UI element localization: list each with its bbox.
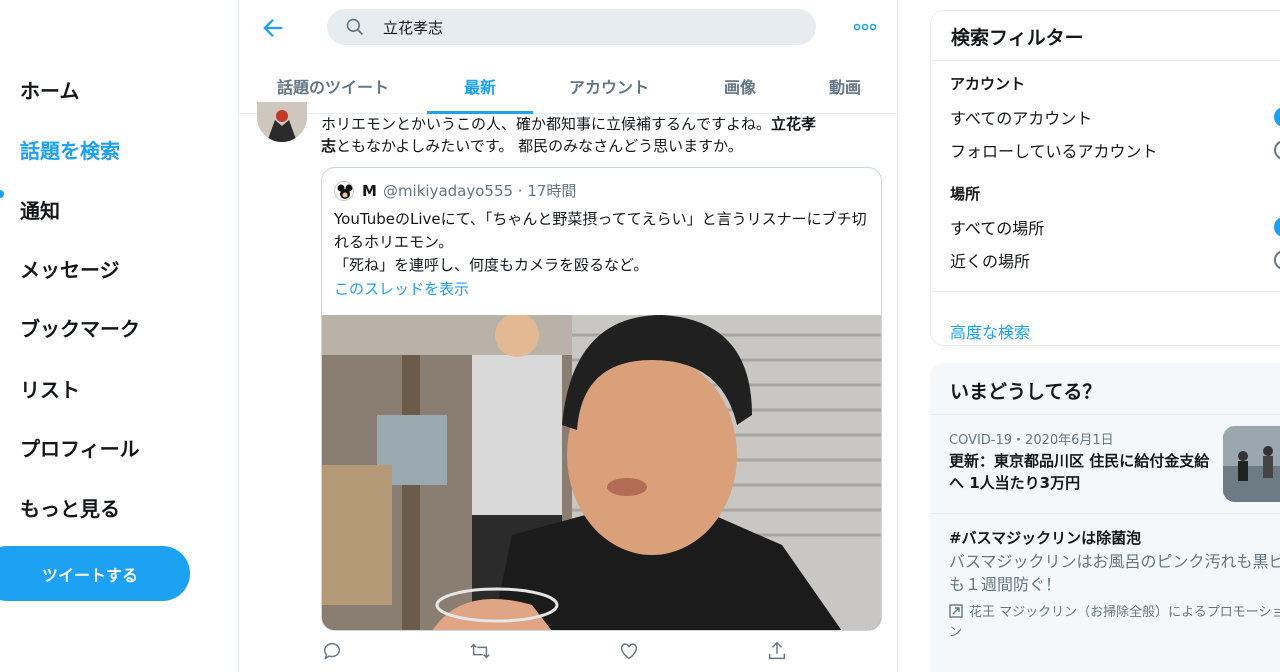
divider: [930, 414, 1280, 415]
notification-dot: [0, 190, 4, 198]
tweet-actions: [321, 640, 801, 664]
filter-following-accounts[interactable]: フォローしているアカウント: [950, 138, 1158, 162]
tweet-keyword-highlight: 立花孝: [771, 115, 817, 133]
avatar[interactable]: [257, 102, 307, 142]
quote-body: YouTubeのLiveにて、「ちゃんと野菜摂っててえらい」と言うリスナーにブチ…: [334, 208, 874, 277]
reply-icon[interactable]: [321, 640, 343, 662]
tweet-keyword-highlight-cont: 志: [321, 137, 337, 155]
nav-home[interactable]: ホーム: [20, 75, 79, 104]
radio-all-accounts[interactable]: [1274, 107, 1280, 127]
more-options-icon[interactable]: [853, 17, 877, 37]
trends-card: いまどうしてる？ COVID-19・2020年6月1日 更新：東京都品川区 住民…: [930, 363, 1280, 672]
nav-profile[interactable]: プロフィール: [20, 433, 140, 462]
filter-near-places[interactable]: 近くの場所: [950, 248, 1030, 272]
search-icon: [345, 17, 365, 37]
radio-all-places[interactable]: [1274, 217, 1280, 237]
tab-top[interactable]: 話題のツイート: [277, 74, 389, 98]
retweet-icon[interactable]: [469, 640, 491, 662]
quote-avatar: [334, 180, 354, 201]
nav-bookmarks[interactable]: ブックマーク: [20, 313, 140, 342]
filter-all-places[interactable]: すべての場所: [950, 215, 1044, 239]
main-column: 話題のツイート 最新 アカウント 画像 動画 ホリエモンとかいうこの人、確か都知…: [238, 0, 898, 672]
left-nav: ホーム 話題を検索 通知 メッセージ ブックマーク リスト プロフィール もっと…: [0, 0, 238, 672]
radio-following-accounts[interactable]: [1274, 140, 1280, 160]
tweet-text-part2: ともなかよしみたいです。 都民のみなさんどう思いますか。: [336, 137, 743, 155]
quoted-tweet[interactable]: M @mikiyadayo555 · 17時間 YouTubeのLiveにて、「…: [321, 167, 882, 631]
advanced-search-link[interactable]: 高度な検索: [950, 319, 1030, 343]
filter-all-accounts[interactable]: すべてのアカウント: [950, 105, 1092, 129]
quote-author-name: M: [362, 181, 377, 200]
filter-account-heading: アカウント: [950, 75, 1026, 93]
quote-line: YouTubeのLiveにて、「ちゃんと野菜摂っててえらい」と言うリスナーにブチ…: [334, 210, 867, 251]
tweet-text-part1: ホリエモンとかいうこの人、確か都知事に立候補するんですよね。: [321, 115, 772, 133]
tweet-button[interactable]: ツイートする: [0, 546, 190, 601]
divider: [931, 291, 1280, 292]
filter-place-heading: 場所: [950, 185, 981, 203]
divider: [931, 60, 1280, 61]
search-input[interactable]: [383, 18, 783, 36]
search-box[interactable]: [327, 9, 816, 45]
trends-title: いまどうしてる？: [950, 381, 1102, 403]
promoted-trend-title[interactable]: #バスマジックリンは除菌泡: [949, 527, 1141, 548]
promoted-by-text: 花王 マジックリン（お掃除全般）によるプロモーション: [949, 605, 1280, 640]
quote-author-handle: @mikiyadayo555 · 17時間: [382, 182, 577, 200]
search-filters-card: 検索フィルター アカウント すべてのアカウント フォローしているアカウント 場所…: [930, 10, 1280, 346]
trend-title[interactable]: 更新：東京都品川区 住民に給付金支給へ 1人当たり3万円: [949, 450, 1214, 494]
promoted-by: 花王 マジックリン（お掃除全般）によるプロモーション: [949, 603, 1280, 643]
radio-near-places[interactable]: [1274, 250, 1280, 270]
promoted-trend-description: バスマジックリンはお風呂のピンク汚れも黒ビも１週間防ぐ！: [949, 552, 1280, 594]
nav-explore[interactable]: 話題を検索: [20, 135, 120, 164]
tweet-text: ホリエモンとかいうこの人、確か都知事に立候補するんですよね。立花孝志ともなかよし…: [321, 113, 881, 157]
like-icon[interactable]: [618, 640, 640, 662]
nav-messages[interactable]: メッセージ: [20, 254, 120, 283]
right-sidebar: 検索フィルター アカウント すべてのアカウント フォローしているアカウント 場所…: [930, 0, 1280, 672]
quote-header: M @mikiyadayo555 · 17時間: [334, 180, 576, 201]
nav-more[interactable]: もっと見る: [20, 493, 120, 522]
nav-lists[interactable]: リスト: [20, 374, 80, 403]
trend-meta: COVID-19・2020年6月1日: [949, 433, 1114, 448]
tab-videos[interactable]: 動画: [829, 74, 861, 98]
show-thread-link[interactable]: このスレッドを表示: [334, 278, 469, 299]
nav-notifications[interactable]: 通知: [20, 195, 60, 224]
search-tabs: 話題のツイート 最新 アカウント 画像 動画: [239, 60, 897, 114]
trend-thumbnail[interactable]: [1223, 426, 1280, 502]
share-icon[interactable]: [766, 640, 788, 662]
quote-line: 「死ね」を連呼し、何度もカメラを殴るなど。: [334, 256, 649, 274]
back-arrow-icon[interactable]: [259, 14, 287, 42]
tab-latest[interactable]: 最新: [464, 74, 496, 98]
filters-title: 検索フィルター: [951, 27, 1084, 49]
tab-accounts[interactable]: アカウント: [569, 74, 649, 98]
tab-photos[interactable]: 画像: [724, 74, 756, 98]
quote-video-thumbnail[interactable]: [322, 315, 881, 630]
divider: [930, 513, 1280, 514]
promoted-icon: [949, 604, 963, 618]
